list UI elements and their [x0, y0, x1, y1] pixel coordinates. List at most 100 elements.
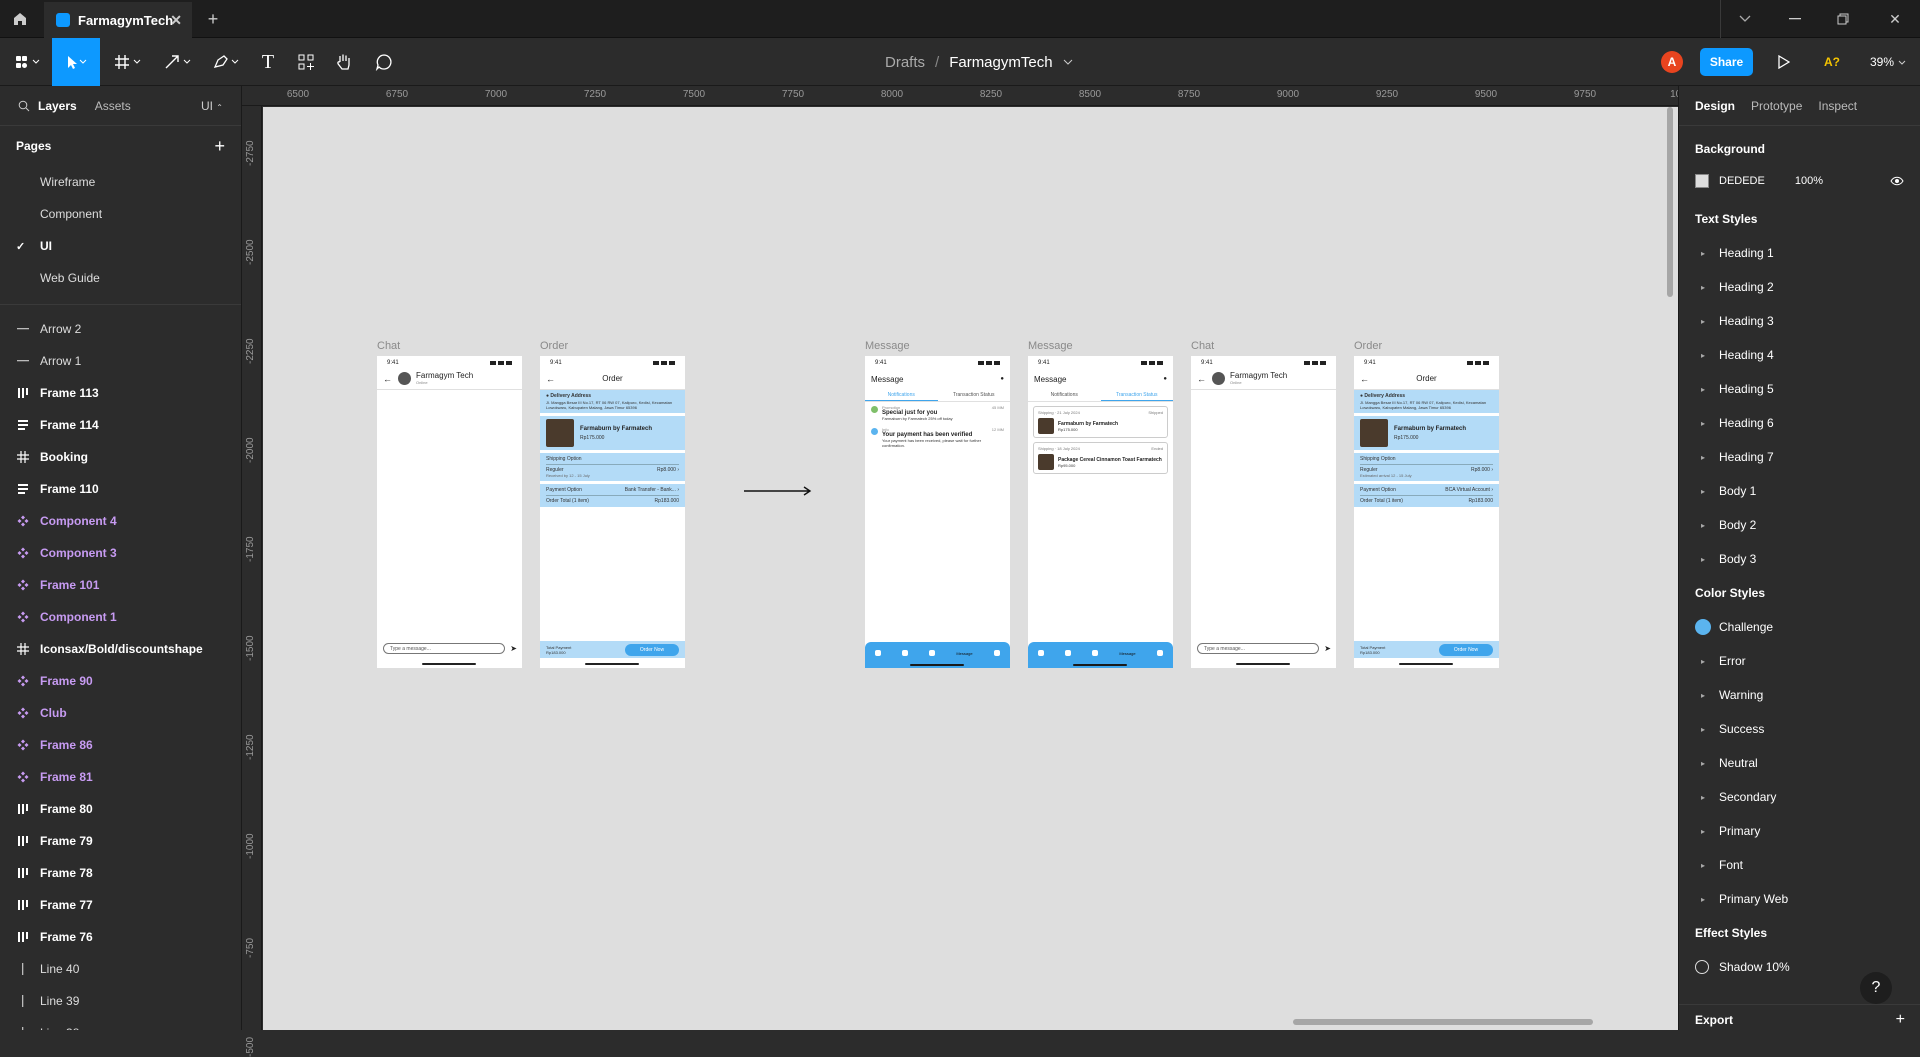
layer-item[interactable]: Frame 81	[0, 761, 241, 793]
text-style-item[interactable]: ▸ Heading 4	[1679, 338, 1920, 372]
layer-item[interactable]: Frame 80	[0, 793, 241, 825]
frame-label-chat[interactable]: Chat	[377, 340, 400, 352]
frame-message-notifications[interactable]: 9:41 Message ● Notifications Transaction…	[865, 356, 1010, 668]
layer-item[interactable]: Frame 114	[0, 409, 241, 441]
tab-design[interactable]: Design	[1695, 99, 1735, 113]
layer-item[interactable]: Club	[0, 697, 241, 729]
add-export-icon[interactable]: +	[1896, 1011, 1905, 1029]
page-item[interactable]: ✓ UI	[0, 230, 241, 262]
layer-item[interactable]: Arrow 1	[0, 345, 241, 377]
text-tool-icon[interactable]: T	[252, 38, 284, 86]
breadcrumb-drafts[interactable]: Drafts	[885, 54, 925, 71]
text-style-item[interactable]: ▸ Heading 1	[1679, 236, 1920, 270]
frame-order[interactable]: 9:41 ← Order ● Delivery Address Jl. Mang…	[1354, 356, 1499, 668]
tab-inspect[interactable]: Inspect	[1818, 99, 1857, 113]
present-play-icon[interactable]	[1772, 38, 1796, 86]
current-page-dropdown[interactable]: UI ⌃	[201, 99, 223, 113]
color-style-item[interactable]: ▸ Error	[1679, 644, 1920, 678]
comment-icon[interactable]	[368, 38, 400, 86]
zoom-dropdown[interactable]: 39%	[1870, 38, 1906, 86]
horizontal-scrollbar[interactable]	[1293, 1019, 1593, 1025]
main-menu-icon[interactable]	[8, 38, 48, 86]
missing-fonts-icon[interactable]: A?	[1820, 38, 1844, 86]
background-opacity[interactable]: 100%	[1795, 175, 1823, 187]
color-style-item[interactable]: ▸ Warning	[1679, 678, 1920, 712]
color-style-item[interactable]: ▸ Secondary	[1679, 780, 1920, 814]
layer-item[interactable]: Line 39	[0, 985, 241, 1017]
restore-icon[interactable]	[1828, 0, 1858, 38]
frame-label-message[interactable]: Message	[865, 340, 910, 352]
layer-item[interactable]: Booking	[0, 441, 241, 473]
eye-icon[interactable]	[1890, 176, 1904, 186]
layer-item[interactable]: Component 1	[0, 601, 241, 633]
text-style-item[interactable]: ▸ Body 2	[1679, 508, 1920, 542]
resources-icon[interactable]	[290, 38, 322, 86]
file-menu-chevron-icon[interactable]	[1063, 59, 1073, 65]
frame-label-order[interactable]: Order	[1354, 340, 1382, 352]
shape-tool-icon[interactable]	[158, 38, 198, 86]
pen-tool-icon[interactable]	[206, 38, 246, 86]
page-item[interactable]: Component	[0, 198, 241, 230]
layer-item[interactable]: Frame 101	[0, 569, 241, 601]
file-tab[interactable]: FarmagymTech ✕	[44, 2, 192, 38]
minimize-icon[interactable]	[1780, 0, 1810, 38]
background-hex[interactable]: DEDEDE	[1719, 175, 1765, 187]
text-style-item[interactable]: ▸ Heading 3	[1679, 304, 1920, 338]
frame-order[interactable]: 9:41 ← Order ● Delivery Address Jl. Mang…	[540, 356, 685, 668]
layer-item[interactable]: Iconsax/Bold/discountshape	[0, 633, 241, 665]
layer-item[interactable]: Frame 77	[0, 889, 241, 921]
frame-label-chat[interactable]: Chat	[1191, 340, 1214, 352]
canvas[interactable]: Chat 9:41 ← Farmagym Tech Online Type a m…	[263, 107, 1678, 1030]
layer-item[interactable]: Frame 113	[0, 377, 241, 409]
color-style-item[interactable]: ▸ Font	[1679, 848, 1920, 882]
color-style-item[interactable]: ▸ Success	[1679, 712, 1920, 746]
layer-item[interactable]: Frame 86	[0, 729, 241, 761]
chevron-down-icon[interactable]	[1730, 0, 1760, 38]
close-window-icon[interactable]: ✕	[1880, 0, 1910, 38]
color-style-item[interactable]: ▸ Neutral	[1679, 746, 1920, 780]
flow-arrow[interactable]	[744, 486, 812, 496]
layer-item[interactable]: Frame 79	[0, 825, 241, 857]
text-style-item[interactable]: ▸ Heading 2	[1679, 270, 1920, 304]
background-swatch[interactable]	[1695, 174, 1709, 188]
frame-label-message[interactable]: Message	[1028, 340, 1073, 352]
layer-item[interactable]: Frame 110	[0, 473, 241, 505]
layer-item[interactable]: Component 3	[0, 537, 241, 569]
frame-tool-icon[interactable]	[108, 38, 148, 86]
help-button[interactable]: ?	[1860, 972, 1892, 1004]
frame-label-order[interactable]: Order	[540, 340, 568, 352]
frame-chat[interactable]: 9:41 ← Farmagym Tech Online Type a messag…	[1191, 356, 1336, 668]
file-name[interactable]: FarmagymTech	[949, 54, 1052, 71]
layer-item[interactable]: Line 38	[0, 1017, 241, 1030]
text-style-item[interactable]: ▸ Heading 7	[1679, 440, 1920, 474]
color-style-item[interactable]: ▸ Primary	[1679, 814, 1920, 848]
color-style-item[interactable]: ▸ Primary Web	[1679, 882, 1920, 916]
layer-item[interactable]: Frame 78	[0, 857, 241, 889]
layer-item[interactable]: Arrow 2	[0, 313, 241, 345]
tab-prototype[interactable]: Prototype	[1751, 99, 1802, 113]
frame-message-transactions[interactable]: 9:41 Message ● Notifications Transaction…	[1028, 356, 1173, 668]
move-tool[interactable]	[52, 38, 100, 86]
vertical-scrollbar[interactable]	[1667, 107, 1673, 297]
page-item[interactable]: Web Guide	[0, 262, 241, 294]
layer-item[interactable]: Component 4	[0, 505, 241, 537]
page-item[interactable]: Wireframe	[0, 166, 241, 198]
close-tab-icon[interactable]: ✕	[170, 12, 182, 29]
text-style-item[interactable]: ▸ Body 1	[1679, 474, 1920, 508]
text-style-item[interactable]: ▸ Heading 5	[1679, 372, 1920, 406]
hand-tool-icon[interactable]	[328, 38, 360, 86]
text-style-item[interactable]: ▸ Heading 6	[1679, 406, 1920, 440]
search-icon[interactable]	[18, 100, 30, 112]
tab-assets[interactable]: Assets	[95, 99, 131, 113]
new-tab-icon[interactable]: +	[198, 0, 228, 38]
tab-layers[interactable]: Layers	[38, 99, 77, 113]
layer-item[interactable]: Frame 90	[0, 665, 241, 697]
text-style-item[interactable]: ▸ Body 3	[1679, 542, 1920, 576]
share-button[interactable]: Share	[1700, 48, 1753, 76]
avatar[interactable]: A	[1661, 51, 1683, 73]
color-style-item[interactable]: Challenge	[1679, 610, 1920, 644]
layer-item[interactable]: Line 40	[0, 953, 241, 985]
frame-chat[interactable]: 9:41 ← Farmagym Tech Online Type a messag…	[377, 356, 522, 668]
layer-item[interactable]: Frame 76	[0, 921, 241, 953]
add-page-icon[interactable]: +	[214, 136, 225, 157]
